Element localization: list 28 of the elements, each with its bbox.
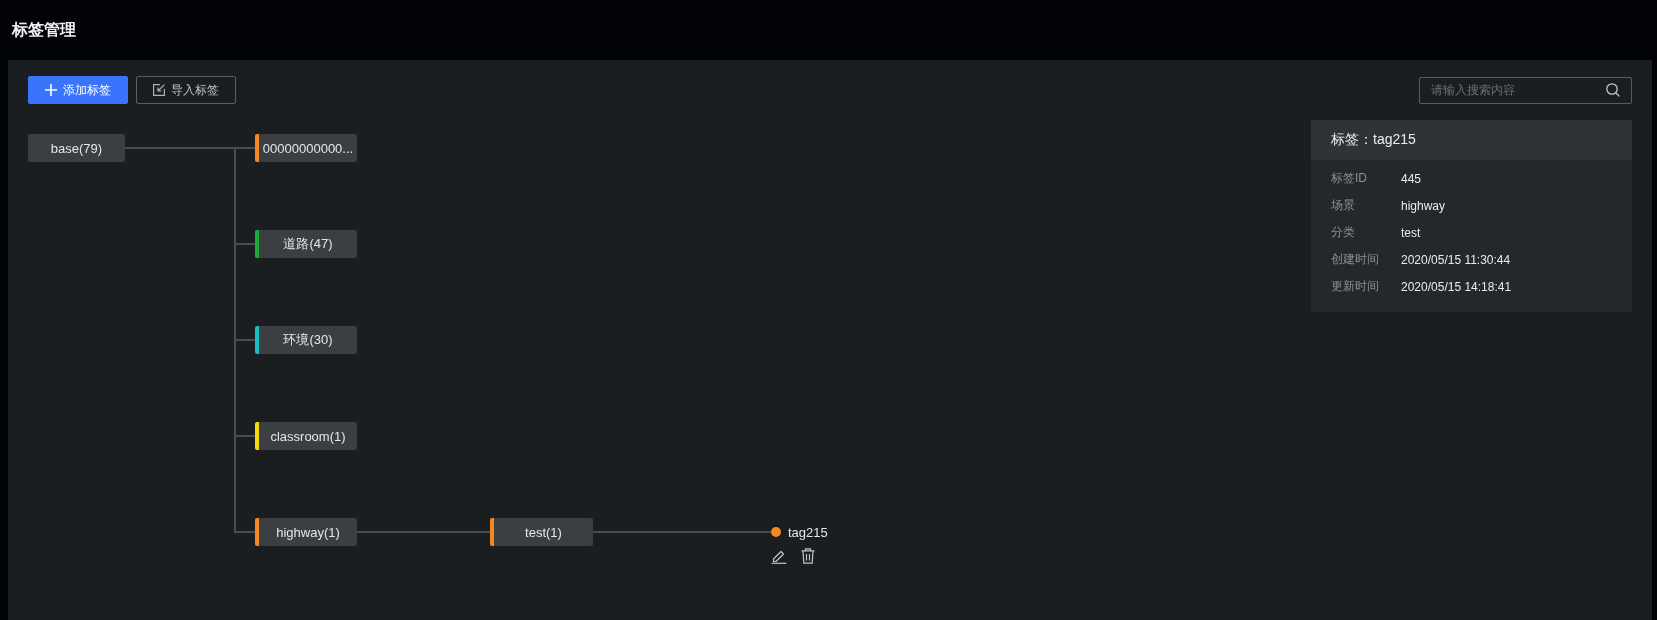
search-icon[interactable]: [1606, 82, 1620, 97]
edit-icon[interactable]: [771, 548, 787, 564]
field-value: 2020/05/15 14:18:41: [1401, 279, 1512, 294]
page-title: 标签管理: [12, 19, 76, 40]
field-value: highway: [1401, 198, 1446, 213]
field-value: test: [1401, 225, 1421, 240]
search-field[interactable]: 请输入搜索内容: [1419, 76, 1632, 104]
field-value: 445: [1401, 171, 1422, 186]
detail-title: 标签：tag215: [1311, 120, 1632, 160]
add-tag-button[interactable]: 添加标签: [28, 76, 128, 104]
tree-node[interactable]: base(79): [28, 134, 125, 162]
tag-label[interactable]: tag215: [788, 524, 828, 540]
tree-node[interactable]: highway(1): [255, 518, 357, 546]
tree-node[interactable]: test(1): [490, 518, 593, 546]
field-label: 分类: [1331, 224, 1356, 241]
import-tag-button[interactable]: 导入标签: [136, 76, 236, 104]
field-label: 创建时间: [1331, 251, 1380, 268]
tree-node[interactable]: 环境(30): [255, 326, 357, 354]
field-value: 2020/05/15 11:30:44: [1401, 252, 1511, 267]
delete-icon[interactable]: [801, 548, 815, 564]
field-label: 更新时间: [1331, 278, 1380, 295]
tree-node[interactable]: classroom(1): [255, 422, 357, 450]
field-label: 标签ID: [1331, 170, 1368, 187]
tree-node[interactable]: 00000000000...: [255, 134, 357, 162]
plus-icon: [45, 84, 57, 96]
tree-node[interactable]: 道路(47): [255, 230, 357, 258]
field-label: 场景: [1331, 197, 1356, 214]
import-icon: [153, 84, 165, 96]
